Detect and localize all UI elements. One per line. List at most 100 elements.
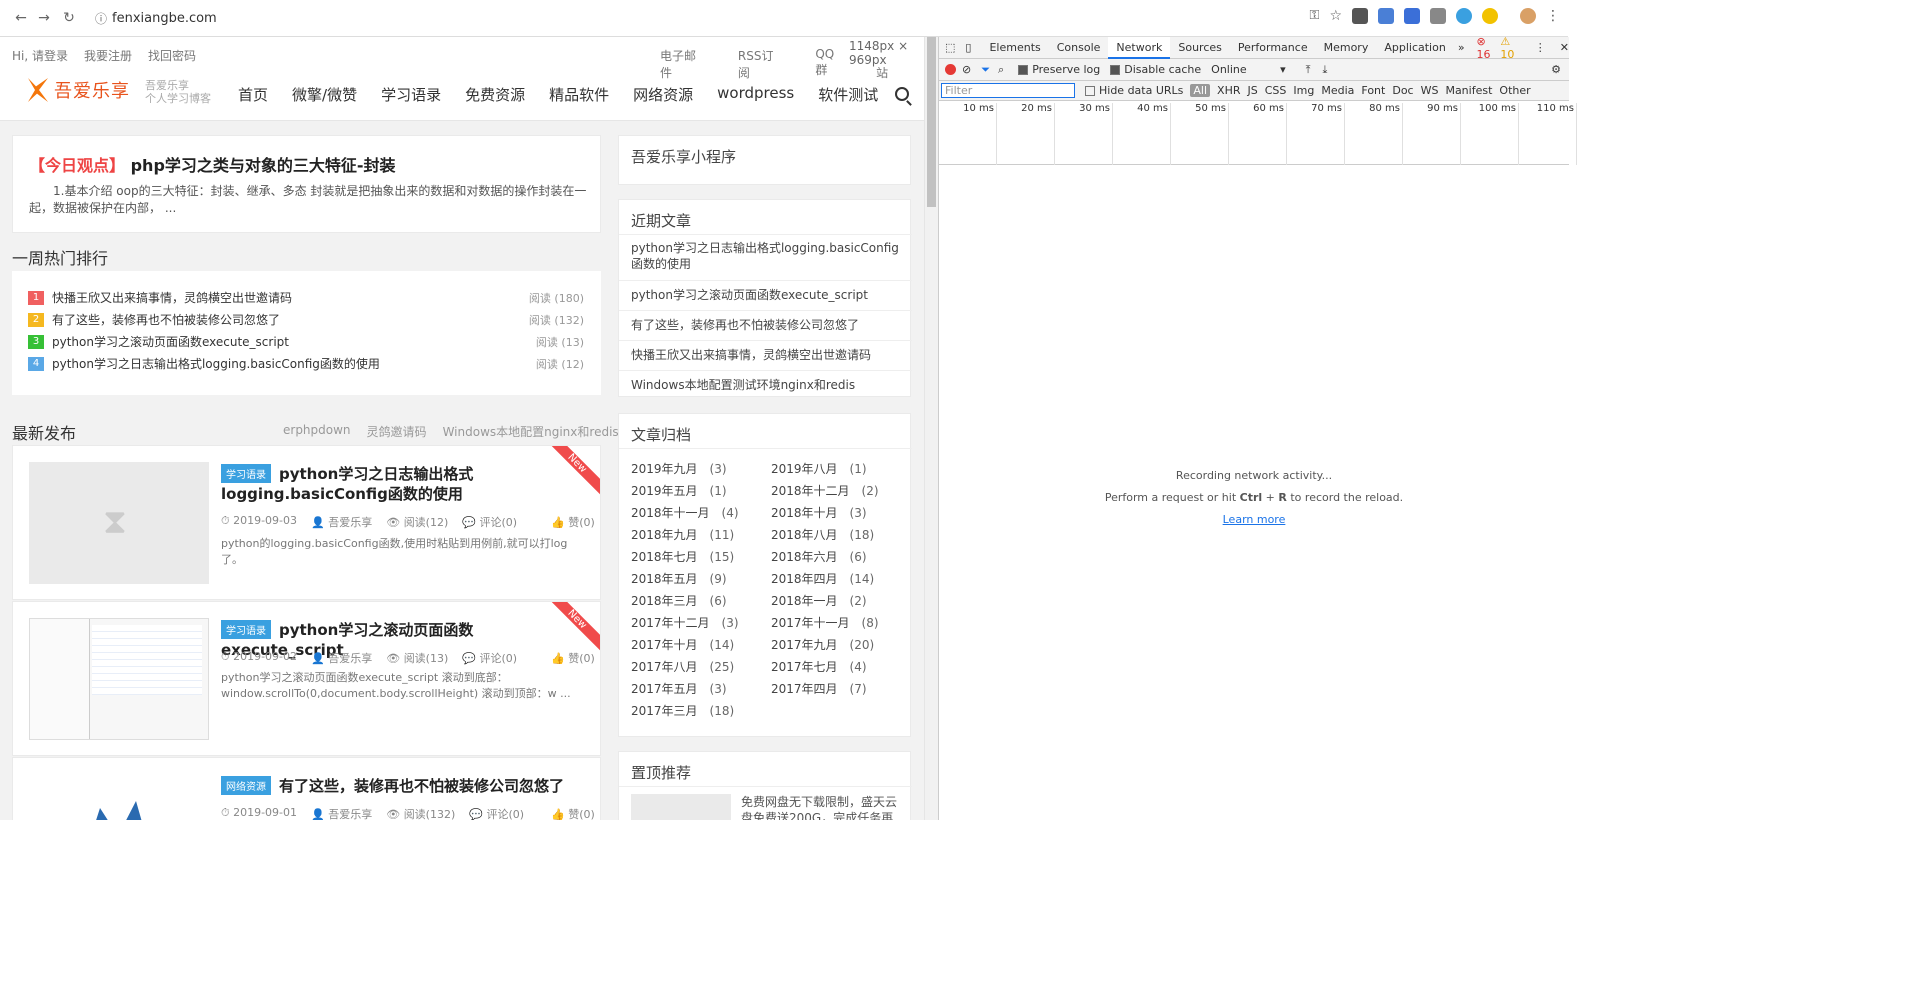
post-like[interactable]: 👍 赞(0) (551, 514, 595, 530)
filter-img[interactable]: Img (1293, 84, 1314, 97)
filter-xhr[interactable]: XHR (1217, 84, 1240, 97)
import-har-icon[interactable]: ⤒ (1306, 63, 1311, 77)
archive-link[interactable]: 2017年九月 (20) (771, 636, 874, 653)
hot-item[interactable]: 4 python学习之日志输出格式logging.basicConfig函数的使… (28, 355, 584, 372)
tab-application[interactable]: Application (1376, 37, 1453, 59)
archive-link[interactable]: 2017年三月 (18) (631, 702, 734, 719)
archive-link[interactable]: 2018年三月 (6) (631, 592, 727, 609)
post-title[interactable]: 有了这些，装修再也不怕被装修公司忽悠了 (221, 776, 581, 796)
archive-link[interactable]: 2017年四月 (7) (771, 680, 867, 697)
throttle-select[interactable]: Online ▾ (1211, 63, 1286, 76)
nav-weiqing[interactable]: 微擎/微赞 (292, 84, 357, 105)
archive-link[interactable]: 2018年十一月 (4) (631, 504, 739, 521)
devtools-menu-icon[interactable]: ⋮ (1535, 41, 1546, 54)
close-devtools-icon[interactable]: ✕ (1560, 41, 1569, 54)
scrollbar-thumb[interactable] (927, 37, 936, 207)
nav-software[interactable]: 精品软件 (549, 84, 609, 105)
warning-count[interactable]: ⚠ 10 (1500, 35, 1520, 61)
info-icon[interactable]: ⓘ (90, 10, 112, 27)
archive-link[interactable]: 2019年八月 (1) (771, 460, 867, 477)
post-author[interactable]: 👤 吾爱乐享 (311, 650, 372, 666)
tab-console[interactable]: Console (1049, 37, 1109, 59)
latest-tag[interactable]: Windows本地配置nginx和redis (443, 423, 619, 440)
reload-icon[interactable]: ↻ (56, 5, 82, 31)
tab-memory[interactable]: Memory (1316, 37, 1377, 59)
hot-item[interactable]: 3 python学习之滚动页面函数execute_script 阅读 (13) (28, 333, 584, 350)
post-author[interactable]: 👤 吾爱乐享 (311, 806, 372, 820)
post-like[interactable]: 👍 赞(0) (551, 806, 595, 820)
archive-link[interactable]: 2018年一月 (2) (771, 592, 867, 609)
tab-sources[interactable]: Sources (1170, 37, 1230, 59)
recommend-thumbnail[interactable] (631, 794, 731, 820)
archive-link[interactable]: 2017年七月 (4) (771, 658, 867, 675)
archive-link[interactable]: 2018年十月 (3) (771, 504, 867, 521)
device-toggle-icon[interactable]: ▯ (961, 41, 981, 54)
inspect-icon[interactable]: ⬚ (939, 41, 961, 54)
archive-link[interactable]: 2018年七月 (15) (631, 548, 734, 565)
email-link[interactable]: 电子邮件 (660, 47, 708, 81)
yandex-extension-icon[interactable] (1482, 8, 1498, 24)
hot-item[interactable]: 2 有了这些，装修再也不怕被装修公司忽悠了 阅读 (132) (28, 311, 584, 328)
archive-link[interactable]: 2017年五月 (3) (631, 680, 727, 697)
filter-icon[interactable]: ⏷ (981, 63, 990, 77)
post-title[interactable]: python学习之日志输出格式logging.basicConfig函数的使用 (221, 464, 581, 504)
filter-js[interactable]: JS (1248, 84, 1258, 97)
network-timeline-overview[interactable]: 10 ms 20 ms 30 ms 40 ms 50 ms 60 ms 70 ms 80 ms… (939, 101, 1577, 165)
recent-post-link[interactable]: python学习之日志输出格式logging.basicConfig函数的使用 (631, 240, 903, 272)
avatar-icon[interactable] (1520, 8, 1536, 24)
search-icon[interactable]: ⌕ (998, 63, 1004, 77)
translate-extension-icon[interactable] (1378, 8, 1394, 24)
hot-item[interactable]: 1 快播王欣又出来搞事情，灵鸽横空出世邀请码 阅读 (180) (28, 289, 584, 306)
filter-css[interactable]: CSS (1265, 84, 1287, 97)
archive-link[interactable]: 2017年十月 (14) (631, 636, 734, 653)
globe-extension-icon[interactable] (1456, 8, 1472, 24)
qq-group-link[interactable]: QQ群 (815, 47, 846, 81)
rss-link[interactable]: RSS订阅 (738, 47, 785, 81)
nav-study[interactable]: 学习语录 (381, 84, 441, 105)
recommend-excerpt[interactable]: 免费网盘无下载限制，盛天云盘免费送200G，完成任务再送 (741, 794, 901, 820)
filter-font[interactable]: Font (1361, 84, 1385, 97)
filter-doc[interactable]: Doc (1392, 84, 1413, 97)
tab-elements[interactable]: Elements (981, 37, 1048, 59)
post-comments[interactable]: 💬 评论(0) (469, 806, 524, 820)
post-author[interactable]: 👤 吾爱乐享 (311, 514, 372, 530)
qr-extension-icon[interactable] (1352, 8, 1368, 24)
nav-home[interactable]: 首页 (238, 84, 268, 105)
login-link[interactable]: Hi, 请登录 (12, 47, 68, 64)
nav-wordpress[interactable]: wordpress (717, 84, 794, 105)
settings-gear-icon[interactable]: ⚙ (1551, 63, 1561, 76)
archive-link[interactable]: 2018年四月 (14) (771, 570, 874, 587)
tab-network[interactable]: Network (1108, 36, 1171, 59)
clear-icon[interactable]: ⊘ (962, 63, 971, 76)
post-comments[interactable]: 💬 评论(0) (462, 514, 517, 530)
search-icon[interactable] (895, 87, 909, 101)
register-link[interactable]: 我要注册 (84, 47, 132, 64)
disable-cache-checkbox[interactable]: Disable cache (1110, 63, 1201, 76)
archive-link[interactable]: 2018年六月 (6) (771, 548, 867, 565)
filter-other[interactable]: Other (1499, 84, 1530, 97)
menu-dots-icon[interactable]: ⋮ (1546, 8, 1560, 24)
forward-arrow-icon[interactable]: → (31, 5, 57, 31)
latest-tag[interactable]: 灵鸽邀请码 (367, 423, 427, 440)
filter-all[interactable]: All (1190, 84, 1211, 97)
archive-link[interactable]: 2019年九月 (3) (631, 460, 727, 477)
error-count[interactable]: ⊗ 16 (1477, 35, 1497, 61)
post-comments[interactable]: 💬 评论(0) (462, 650, 517, 666)
more-tabs-button[interactable]: » (1454, 41, 1477, 54)
jh-extension-icon[interactable] (1404, 8, 1420, 24)
nav-free[interactable]: 免费资源 (465, 84, 525, 105)
page-scrollbar[interactable] (924, 37, 938, 820)
key-icon[interactable]: ⚿ (1310, 8, 1320, 24)
archive-link[interactable]: 2017年八月 (25) (631, 658, 734, 675)
export-har-icon[interactable]: ⤓ (1323, 63, 1328, 77)
nav-network[interactable]: 网络资源 (633, 84, 693, 105)
filter-manifest[interactable]: Manifest (1445, 84, 1492, 97)
nav-testing[interactable]: 软件测试 (818, 84, 878, 105)
tab-performance[interactable]: Performance (1230, 37, 1316, 59)
archive-link[interactable]: 2017年十二月 (3) (631, 614, 739, 631)
post-thumbnail-placeholder[interactable]: ⧗ (29, 462, 209, 584)
forgot-password-link[interactable]: 找回密码 (148, 47, 196, 64)
archive-link[interactable]: 2017年十一月 (8) (771, 614, 879, 631)
hide-data-urls-checkbox[interactable]: Hide data URLs (1085, 84, 1183, 97)
archive-link[interactable]: 2018年五月 (9) (631, 570, 727, 587)
